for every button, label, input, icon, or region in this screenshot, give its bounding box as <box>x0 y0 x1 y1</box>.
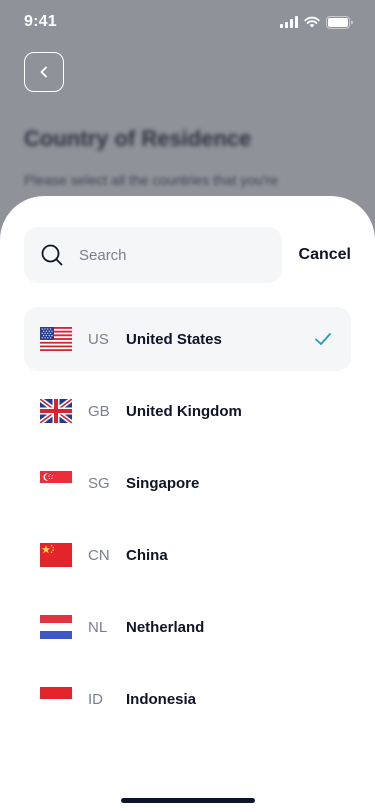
search-icon <box>40 243 64 267</box>
country-name: United Kingdom <box>126 402 242 420</box>
cellular-signal-icon <box>280 16 298 28</box>
battery-icon <box>326 15 353 29</box>
country-item-sg[interactable]: SG Singapore <box>24 451 351 515</box>
search-box[interactable] <box>24 227 282 283</box>
country-item-gb[interactable]: GB United Kingdom <box>24 379 351 443</box>
country-item-nl[interactable]: NL Netherland <box>24 595 351 659</box>
chevron-left-icon <box>40 66 47 78</box>
cn-flag-icon <box>40 543 72 567</box>
sg-flag-icon <box>40 471 72 495</box>
country-item-id[interactable]: ID Indonesia <box>24 667 351 731</box>
country-code: US <box>88 330 109 348</box>
back-button[interactable] <box>24 52 64 92</box>
country-code: ID <box>88 690 103 708</box>
country-name: Singapore <box>126 474 200 492</box>
country-name: United States <box>126 330 222 348</box>
id-flag-icon <box>40 687 72 711</box>
wifi-icon <box>304 16 320 28</box>
country-list: US United States GB United Kingdom SG Si… <box>24 307 351 739</box>
status-time: 9:41 <box>24 13 57 30</box>
country-picker-sheet: Cancel <box>0 196 375 812</box>
country-item-cn[interactable]: CN China <box>24 523 351 587</box>
page-subtitle: Please select all the countries that you… <box>24 172 279 188</box>
status-bar: 9:41 <box>0 0 375 44</box>
search-input[interactable] <box>79 246 259 264</box>
country-name: China <box>126 546 168 564</box>
nl-flag-icon <box>40 615 72 639</box>
country-item-us[interactable]: US United States <box>24 307 351 371</box>
country-code: NL <box>88 618 108 636</box>
cancel-button[interactable]: Cancel <box>299 246 351 264</box>
gb-flag-icon <box>40 399 72 423</box>
status-icons <box>280 15 353 29</box>
country-code: GB <box>88 402 110 420</box>
home-indicator <box>121 798 255 803</box>
country-name: Indonesia <box>126 690 197 708</box>
country-code: SG <box>88 474 110 492</box>
search-row: Cancel <box>24 227 351 283</box>
country-name: Netherland <box>126 618 205 636</box>
page-title: Country of Residence <box>24 126 252 151</box>
check-icon <box>313 329 333 349</box>
us-flag-icon <box>40 327 72 351</box>
country-code: CN <box>88 546 110 564</box>
